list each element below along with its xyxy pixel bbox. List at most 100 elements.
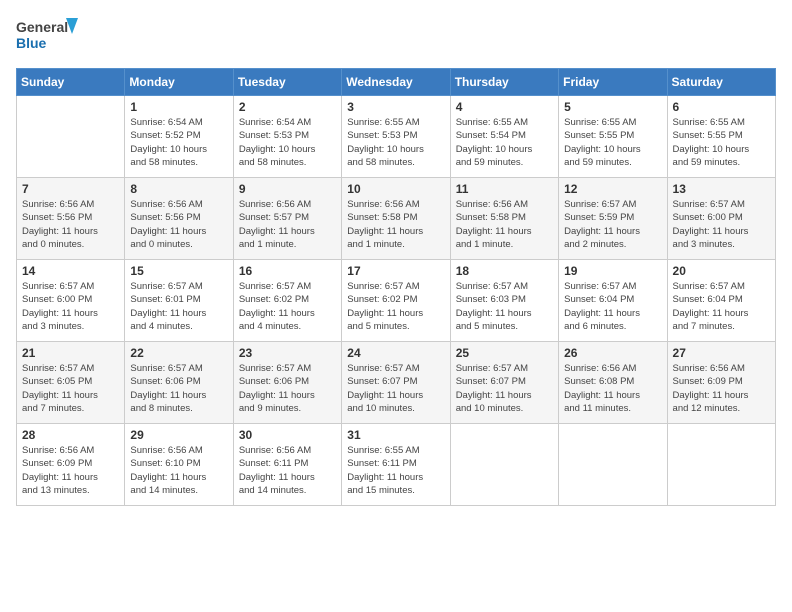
day-number: 14 (22, 264, 119, 278)
day-info: Sunrise: 6:57 AM Sunset: 6:02 PM Dayligh… (347, 280, 444, 333)
day-info: Sunrise: 6:57 AM Sunset: 6:00 PM Dayligh… (673, 198, 770, 251)
calendar-cell: 8Sunrise: 6:56 AM Sunset: 5:56 PM Daylig… (125, 178, 233, 260)
header-sunday: Sunday (17, 69, 125, 96)
header-saturday: Saturday (667, 69, 775, 96)
day-number: 19 (564, 264, 661, 278)
calendar-cell: 3 Sunrise: 6:55 AM Sunset: 5:53 PM Daylig… (342, 96, 450, 178)
calendar-cell: 6 Sunrise: 6:55 AM Sunset: 5:55 PM Daylig… (667, 96, 775, 178)
day-number: 5 (564, 100, 661, 114)
calendar-header-row: SundayMondayTuesdayWednesdayThursdayFrid… (17, 69, 776, 96)
day-info: Sunrise: 6:57 AM Sunset: 6:02 PM Dayligh… (239, 280, 336, 333)
day-number: 6 (673, 100, 770, 114)
day-number: 17 (347, 264, 444, 278)
day-info: Sunrise: 6:55 AM Sunset: 5:55 PM Dayligh… (673, 116, 770, 169)
calendar-cell: 10Sunrise: 6:56 AM Sunset: 5:58 PM Dayli… (342, 178, 450, 260)
calendar-cell: 4 Sunrise: 6:55 AM Sunset: 5:54 PM Daylig… (450, 96, 558, 178)
calendar-cell: 5 Sunrise: 6:55 AM Sunset: 5:55 PM Daylig… (559, 96, 667, 178)
day-info: Sunrise: 6:57 AM Sunset: 6:07 PM Dayligh… (456, 362, 553, 415)
day-number: 31 (347, 428, 444, 442)
calendar-cell: 16 Sunrise: 6:57 AM Sunset: 6:02 PM Dayli… (233, 260, 341, 342)
calendar-cell: 31Sunrise: 6:55 AM Sunset: 6:11 PM Dayli… (342, 424, 450, 506)
day-info: Sunrise: 6:54 AM Sunset: 5:53 PM Dayligh… (239, 116, 336, 169)
calendar-cell: 22 Sunrise: 6:57 AM Sunset: 6:06 PM Dayli… (125, 342, 233, 424)
day-info: Sunrise: 6:57 AM Sunset: 6:06 PM Dayligh… (130, 362, 227, 415)
calendar-cell: 20 Sunrise: 6:57 AM Sunset: 6:04 PM Dayli… (667, 260, 775, 342)
day-number: 10 (347, 182, 444, 196)
day-info: Sunrise: 6:55 AM Sunset: 5:54 PM Dayligh… (456, 116, 553, 169)
header-tuesday: Tuesday (233, 69, 341, 96)
page-header: GeneralBlue (16, 16, 776, 56)
header-wednesday: Wednesday (342, 69, 450, 96)
day-info: Sunrise: 6:56 AM Sunset: 6:09 PM Dayligh… (673, 362, 770, 415)
day-info: Sunrise: 6:56 AM Sunset: 6:11 PM Dayligh… (239, 444, 336, 497)
day-info: Sunrise: 6:56 AM Sunset: 5:58 PM Dayligh… (456, 198, 553, 251)
day-number: 20 (673, 264, 770, 278)
day-number: 8 (130, 182, 227, 196)
day-info: Sunrise: 6:56 AM Sunset: 6:09 PM Dayligh… (22, 444, 119, 497)
calendar-cell: 29 Sunrise: 6:56 AM Sunset: 6:10 PM Dayli… (125, 424, 233, 506)
day-number: 2 (239, 100, 336, 114)
calendar-cell: 2 Sunrise: 6:54 AM Sunset: 5:53 PM Daylig… (233, 96, 341, 178)
calendar-cell (17, 96, 125, 178)
day-number: 13 (673, 182, 770, 196)
calendar-cell: 1 Sunrise: 6:54 AM Sunset: 5:52 PM Daylig… (125, 96, 233, 178)
day-info: Sunrise: 6:54 AM Sunset: 5:52 PM Dayligh… (130, 116, 227, 169)
day-number: 27 (673, 346, 770, 360)
calendar-cell (559, 424, 667, 506)
day-info: Sunrise: 6:57 AM Sunset: 6:04 PM Dayligh… (673, 280, 770, 333)
calendar-cell: 27 Sunrise: 6:56 AM Sunset: 6:09 PM Dayli… (667, 342, 775, 424)
day-number: 18 (456, 264, 553, 278)
header-friday: Friday (559, 69, 667, 96)
day-number: 22 (130, 346, 227, 360)
day-number: 3 (347, 100, 444, 114)
calendar-cell: 15Sunrise: 6:57 AM Sunset: 6:01 PM Dayli… (125, 260, 233, 342)
calendar-cell: 28 Sunrise: 6:56 AM Sunset: 6:09 PM Dayli… (17, 424, 125, 506)
calendar-cell: 11 Sunrise: 6:56 AM Sunset: 5:58 PM Dayli… (450, 178, 558, 260)
day-number: 28 (22, 428, 119, 442)
day-number: 9 (239, 182, 336, 196)
day-info: Sunrise: 6:57 AM Sunset: 6:07 PM Dayligh… (347, 362, 444, 415)
calendar-cell: 23 Sunrise: 6:57 AM Sunset: 6:06 PM Dayli… (233, 342, 341, 424)
day-number: 26 (564, 346, 661, 360)
day-number: 25 (456, 346, 553, 360)
calendar-cell: 12 Sunrise: 6:57 AM Sunset: 5:59 PM Dayli… (559, 178, 667, 260)
day-info: Sunrise: 6:56 AM Sunset: 5:57 PM Dayligh… (239, 198, 336, 251)
calendar-cell: 7 Sunrise: 6:56 AM Sunset: 5:56 PM Daylig… (17, 178, 125, 260)
day-info: Sunrise: 6:56 AM Sunset: 6:10 PM Dayligh… (130, 444, 227, 497)
day-info: Sunrise: 6:57 AM Sunset: 6:00 PM Dayligh… (22, 280, 119, 333)
day-number: 12 (564, 182, 661, 196)
day-info: Sunrise: 6:55 AM Sunset: 5:55 PM Dayligh… (564, 116, 661, 169)
calendar-cell: 25 Sunrise: 6:57 AM Sunset: 6:07 PM Dayli… (450, 342, 558, 424)
day-number: 21 (22, 346, 119, 360)
day-info: Sunrise: 6:57 AM Sunset: 6:06 PM Dayligh… (239, 362, 336, 415)
logo: GeneralBlue (16, 16, 86, 56)
header-thursday: Thursday (450, 69, 558, 96)
day-number: 1 (130, 100, 227, 114)
svg-text:General: General (16, 19, 68, 35)
day-info: Sunrise: 6:55 AM Sunset: 5:53 PM Dayligh… (347, 116, 444, 169)
calendar-cell: 26Sunrise: 6:56 AM Sunset: 6:08 PM Dayli… (559, 342, 667, 424)
week-row-4: 21 Sunrise: 6:57 AM Sunset: 6:05 PM Dayli… (17, 342, 776, 424)
day-number: 11 (456, 182, 553, 196)
calendar-cell: 30Sunrise: 6:56 AM Sunset: 6:11 PM Dayli… (233, 424, 341, 506)
calendar-cell: 24Sunrise: 6:57 AM Sunset: 6:07 PM Dayli… (342, 342, 450, 424)
day-number: 4 (456, 100, 553, 114)
logo-svg: GeneralBlue (16, 16, 86, 56)
day-number: 23 (239, 346, 336, 360)
calendar-cell (667, 424, 775, 506)
day-number: 7 (22, 182, 119, 196)
day-number: 16 (239, 264, 336, 278)
calendar-cell: 21 Sunrise: 6:57 AM Sunset: 6:05 PM Dayli… (17, 342, 125, 424)
svg-text:Blue: Blue (16, 35, 47, 51)
calendar-cell: 18 Sunrise: 6:57 AM Sunset: 6:03 PM Dayli… (450, 260, 558, 342)
week-row-2: 7 Sunrise: 6:56 AM Sunset: 5:56 PM Daylig… (17, 178, 776, 260)
day-number: 29 (130, 428, 227, 442)
day-info: Sunrise: 6:57 AM Sunset: 6:03 PM Dayligh… (456, 280, 553, 333)
header-monday: Monday (125, 69, 233, 96)
week-row-5: 28 Sunrise: 6:56 AM Sunset: 6:09 PM Dayli… (17, 424, 776, 506)
day-info: Sunrise: 6:56 AM Sunset: 5:56 PM Dayligh… (22, 198, 119, 251)
day-info: Sunrise: 6:57 AM Sunset: 6:05 PM Dayligh… (22, 362, 119, 415)
calendar-cell: 19Sunrise: 6:57 AM Sunset: 6:04 PM Dayli… (559, 260, 667, 342)
week-row-1: 1 Sunrise: 6:54 AM Sunset: 5:52 PM Daylig… (17, 96, 776, 178)
day-info: Sunrise: 6:57 AM Sunset: 5:59 PM Dayligh… (564, 198, 661, 251)
